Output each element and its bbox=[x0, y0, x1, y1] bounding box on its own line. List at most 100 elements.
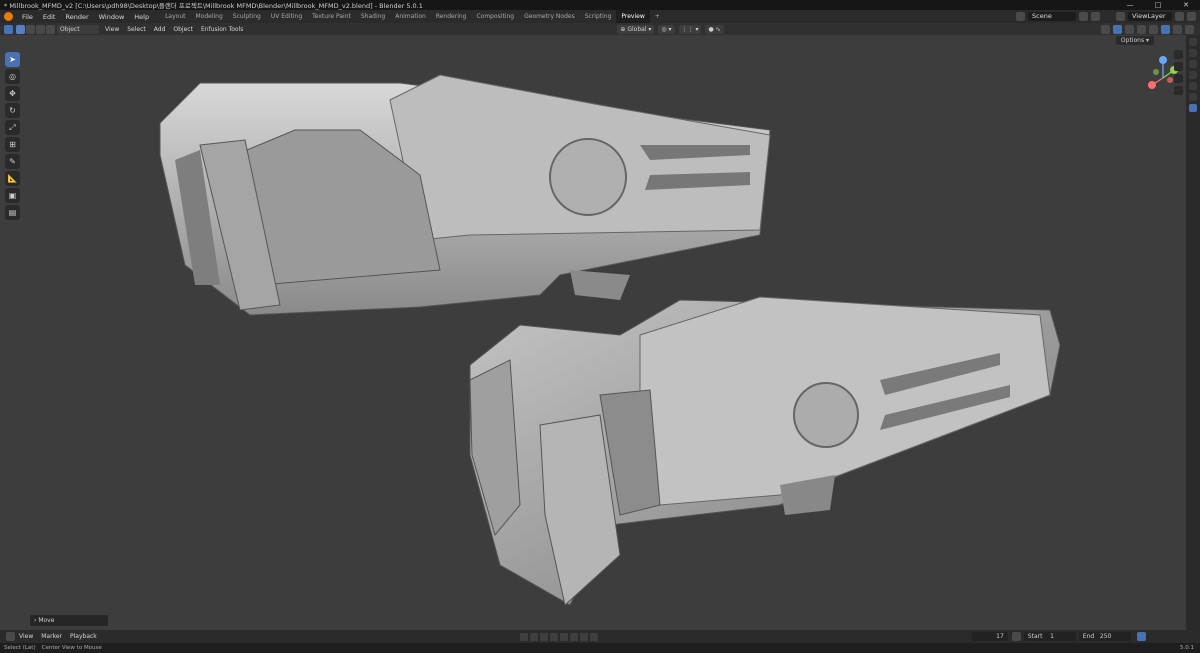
view-layer-icon[interactable] bbox=[1116, 12, 1125, 21]
select-box-icon[interactable] bbox=[16, 24, 25, 34]
timeline-menu-marker[interactable]: Marker bbox=[37, 633, 66, 640]
tool-tab-icon[interactable] bbox=[1189, 38, 1197, 46]
menu-render[interactable]: Render bbox=[60, 13, 93, 21]
play-icon[interactable] bbox=[559, 632, 568, 641]
menu-window[interactable]: Window bbox=[94, 13, 130, 21]
menu-select[interactable]: Select bbox=[123, 26, 150, 33]
editor-type-icon[interactable] bbox=[4, 24, 13, 34]
transform-icon[interactable]: ⊞ bbox=[5, 137, 20, 152]
perspective-grid-icon[interactable] bbox=[1174, 86, 1183, 95]
next-key-icon[interactable] bbox=[569, 632, 578, 641]
keying-icon[interactable] bbox=[589, 632, 598, 641]
close-button[interactable]: ✕ bbox=[1172, 0, 1200, 10]
select-icon[interactable]: ➤ bbox=[5, 52, 20, 67]
blender-logo-icon[interactable] bbox=[4, 12, 13, 21]
timeline-options-icon[interactable] bbox=[1136, 632, 1146, 641]
jump-end-icon[interactable] bbox=[579, 632, 588, 641]
tab-sculpting[interactable]: Sculpting bbox=[228, 10, 266, 23]
output-tab-icon[interactable] bbox=[1189, 60, 1197, 68]
new-view-layer-icon[interactable] bbox=[1175, 12, 1184, 21]
proportional-edit-dropdown[interactable]: ● ∿ bbox=[705, 24, 724, 34]
world-tab-icon[interactable] bbox=[1189, 93, 1197, 101]
current-frame-field[interactable]: 17 bbox=[971, 632, 1008, 641]
mode-dropdown[interactable]: Object Mode ▾ bbox=[57, 24, 99, 42]
render-tab-icon[interactable] bbox=[1189, 49, 1197, 57]
object-tab-icon[interactable] bbox=[1189, 104, 1197, 112]
jump-start-icon[interactable] bbox=[529, 632, 538, 641]
delete-scene-icon[interactable] bbox=[1091, 12, 1100, 21]
preview-range-icon[interactable] bbox=[1011, 632, 1021, 641]
menu-edit[interactable]: Edit bbox=[38, 13, 61, 21]
z-axis-icon[interactable] bbox=[1159, 56, 1167, 64]
tab-modeling[interactable]: Modeling bbox=[191, 10, 228, 23]
prev-key-icon[interactable] bbox=[539, 632, 548, 641]
rotate-icon[interactable]: ↻ bbox=[5, 103, 20, 118]
add-cube-icon[interactable]: ▣ bbox=[5, 188, 20, 203]
measure-icon[interactable]: 📐 bbox=[5, 171, 20, 186]
menu-file[interactable]: File bbox=[17, 13, 38, 21]
add-cube-alt-icon[interactable]: ▤ bbox=[5, 205, 20, 220]
select-invert-icon[interactable] bbox=[46, 24, 55, 34]
add-workspace-icon[interactable]: + bbox=[650, 10, 665, 23]
pivot-dropdown[interactable]: ◎ ▾ bbox=[658, 24, 675, 34]
menu-add[interactable]: Add bbox=[150, 26, 170, 33]
pan-hand-icon[interactable] bbox=[1174, 62, 1183, 71]
material-shading-icon[interactable] bbox=[1173, 24, 1182, 34]
delete-view-layer-icon[interactable] bbox=[1187, 12, 1196, 21]
view-layer-field[interactable]: ViewLayer bbox=[1128, 12, 1172, 21]
new-scene-icon[interactable] bbox=[1079, 12, 1088, 21]
tab-uv-editing[interactable]: UV Editing bbox=[266, 10, 307, 23]
status-hint-select: Select (Lat) bbox=[4, 645, 36, 651]
annotate-icon[interactable]: ✎ bbox=[5, 154, 20, 169]
end-frame-field[interactable]: End 250 bbox=[1078, 632, 1131, 641]
tab-rendering[interactable]: Rendering bbox=[431, 10, 472, 23]
record-icon[interactable] bbox=[519, 632, 528, 641]
tab-compositing[interactable]: Compositing bbox=[471, 10, 519, 23]
scale-icon[interactable]: ⤢ bbox=[5, 120, 20, 135]
xray-toggle-icon[interactable] bbox=[1137, 24, 1146, 34]
status-hint-center: Center View to Mouse bbox=[41, 645, 102, 651]
minimize-button[interactable]: — bbox=[1116, 0, 1144, 10]
wireframe-shading-icon[interactable] bbox=[1149, 24, 1158, 34]
overlay-toggle-icon[interactable] bbox=[1125, 24, 1134, 34]
tab-layout[interactable]: Layout bbox=[160, 10, 190, 23]
move-icon[interactable]: ✥ bbox=[5, 86, 20, 101]
solid-shading-icon[interactable] bbox=[1161, 24, 1170, 34]
last-operator-panel[interactable]: › Move bbox=[30, 615, 108, 626]
menu-object[interactable]: Object bbox=[169, 26, 197, 33]
cursor-icon[interactable]: ◎ bbox=[5, 69, 20, 84]
x-axis-icon[interactable] bbox=[1148, 81, 1156, 89]
view-layer-tab-icon[interactable] bbox=[1189, 71, 1197, 79]
start-frame-field[interactable]: Start 1 bbox=[1023, 632, 1076, 641]
select-extend-icon[interactable] bbox=[26, 24, 35, 34]
model-upper bbox=[159, 74, 771, 316]
snap-dropdown[interactable]: ⋮⋮ ▾ bbox=[678, 24, 702, 34]
timeline-editor-icon[interactable] bbox=[6, 632, 15, 641]
options-dropdown[interactable]: Options ▾ bbox=[1115, 36, 1154, 45]
menu-help[interactable]: Help bbox=[129, 13, 154, 21]
play-reverse-icon[interactable] bbox=[549, 632, 558, 641]
gizmo-toggle-icon[interactable] bbox=[1113, 24, 1122, 34]
tab-animation[interactable]: Animation bbox=[390, 10, 431, 23]
maximize-button[interactable]: □ bbox=[1144, 0, 1172, 10]
timeline-menu-view[interactable]: View bbox=[15, 633, 37, 640]
timeline-menu-playback[interactable]: Playback bbox=[66, 633, 101, 640]
scene-field[interactable]: Scene bbox=[1028, 12, 1076, 21]
menu-view[interactable]: View bbox=[101, 26, 123, 33]
tab-geometry-nodes[interactable]: Geometry Nodes bbox=[519, 10, 580, 23]
tab-texture-paint[interactable]: Texture Paint bbox=[307, 10, 356, 23]
3d-viewport[interactable]: ➤ ◎ ✥ ↻ ⤢ ⊞ ✎ 📐 ▣ ▤ Options ▾ › Move bbox=[0, 35, 1186, 630]
visibility-icon[interactable] bbox=[1101, 24, 1110, 34]
zoom-icon[interactable] bbox=[1174, 50, 1183, 59]
menu-enfusion-tools[interactable]: Enfusion Tools bbox=[197, 26, 247, 33]
select-subtract-icon[interactable] bbox=[36, 24, 45, 34]
transform-orientation-dropdown[interactable]: ⊕ Global ▾ bbox=[617, 24, 655, 34]
tab-shading[interactable]: Shading bbox=[356, 10, 390, 23]
rendered-shading-icon[interactable] bbox=[1185, 24, 1194, 34]
camera-view-icon[interactable] bbox=[1174, 74, 1183, 83]
scene-icon[interactable] bbox=[1016, 12, 1025, 21]
scene-tab-icon[interactable] bbox=[1189, 82, 1197, 90]
tab-scripting[interactable]: Scripting bbox=[580, 10, 617, 23]
orientation-label: Global bbox=[627, 25, 647, 33]
tab-preview[interactable]: Preview bbox=[616, 10, 650, 23]
